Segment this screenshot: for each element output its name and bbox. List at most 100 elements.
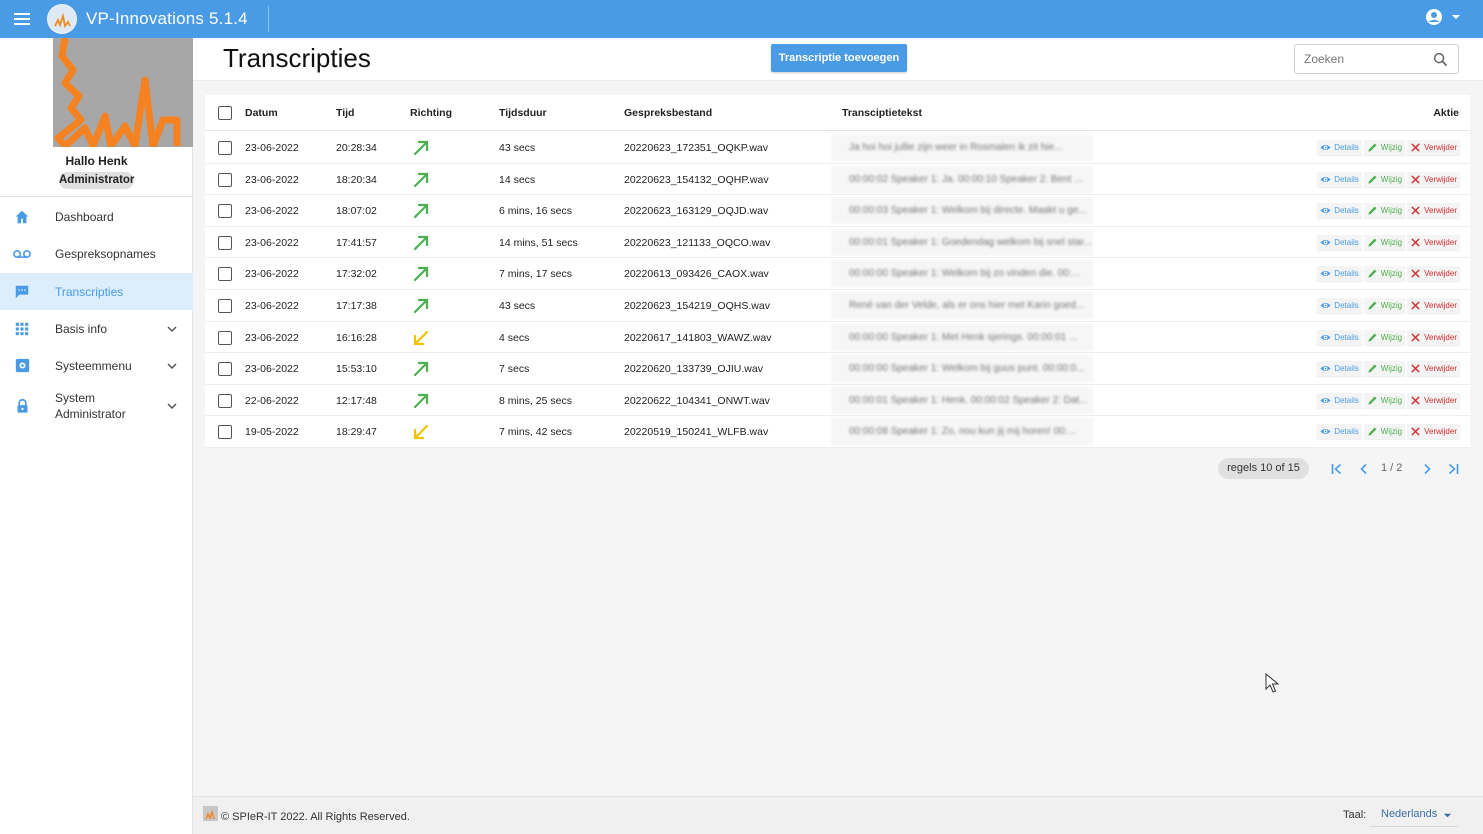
page-title: Transcripties xyxy=(223,43,371,73)
details-button[interactable]: Details xyxy=(1317,392,1362,408)
sidebar: Hallo Henk Administrator Dashboard Gespr… xyxy=(0,38,193,834)
row-checkbox[interactable] xyxy=(218,141,232,155)
sidebar-item-dashboard[interactable]: Dashboard xyxy=(0,198,193,235)
copyright-text: © SPIeR-IT 2022. All Rights Reserved. xyxy=(221,811,410,823)
edit-label: Wijzig xyxy=(1380,143,1403,152)
first-page-icon[interactable] xyxy=(1330,462,1344,476)
row-checkbox[interactable] xyxy=(218,235,232,250)
column-header-datum[interactable]: Datum xyxy=(245,107,278,119)
incoming-call-arrow-icon xyxy=(413,425,429,440)
column-header-tijd[interactable]: Tijd xyxy=(336,107,354,119)
sidebar-item-basis-info[interactable]: Basis info xyxy=(0,310,193,347)
edit-button[interactable]: Wijzig xyxy=(1363,392,1406,408)
cell-duration: 6 mins, 16 secs xyxy=(499,205,572,218)
search-input[interactable] xyxy=(1304,51,1424,67)
chevron-down-icon xyxy=(167,403,177,410)
search-icon[interactable] xyxy=(1433,52,1448,67)
delete-button[interactable]: Verwijder xyxy=(1407,392,1460,408)
edit-button[interactable]: Wijzig xyxy=(1363,203,1406,219)
profile-image xyxy=(53,38,193,147)
row-checkbox[interactable] xyxy=(218,204,232,219)
footer: © SPIeR-IT 2022. All Rights Reserved. Ta… xyxy=(193,796,1483,834)
row-checkbox[interactable] xyxy=(218,330,232,345)
details-button[interactable]: Details xyxy=(1317,298,1362,313)
details-button[interactable]: Details xyxy=(1317,140,1362,155)
column-header-transcriptietekst[interactable]: Transciptietekst xyxy=(842,107,922,119)
pencil-icon xyxy=(1368,143,1377,152)
eye-icon xyxy=(1320,239,1331,245)
cell-date: 19-05-2022 xyxy=(245,426,299,439)
delete-button[interactable]: Verwijder xyxy=(1407,171,1460,187)
chevron-down-icon xyxy=(167,362,177,369)
close-icon xyxy=(1411,269,1420,279)
language-select[interactable]: Nederlands xyxy=(1370,803,1458,827)
table-row: 23-06-2022 18:20:34 14 secs 20220623_154132… xyxy=(205,164,1470,196)
cell-transcription-text: René van der Velde, als er ons hier met … xyxy=(831,292,1093,319)
search-field[interactable] xyxy=(1294,44,1459,74)
pencil-icon xyxy=(1368,269,1377,279)
edit-button[interactable]: Wijzig xyxy=(1363,329,1406,345)
column-header-tijdsduur[interactable]: Tijdsduur xyxy=(499,107,547,119)
details-button[interactable]: Details xyxy=(1317,203,1362,219)
row-actions: Details Wijzig Verwijder xyxy=(1317,392,1460,408)
edit-button[interactable]: Wijzig xyxy=(1363,361,1406,377)
details-button[interactable]: Details xyxy=(1317,171,1362,187)
edit-button[interactable]: Wijzig xyxy=(1363,140,1406,155)
lock-icon xyxy=(13,397,31,415)
delete-button[interactable]: Verwijder xyxy=(1407,266,1460,282)
delete-button[interactable]: Verwijder xyxy=(1407,203,1460,219)
details-button[interactable]: Details xyxy=(1317,266,1362,282)
user-menu-button[interactable] xyxy=(1425,8,1461,26)
details-button[interactable]: Details xyxy=(1317,424,1362,440)
cell-date: 23-06-2022 xyxy=(245,236,299,249)
edit-button[interactable]: Wijzig xyxy=(1363,424,1406,440)
table-row: 23-06-2022 17:32:02 7 mins, 17 secs 2022061… xyxy=(205,258,1470,290)
edit-button[interactable]: Wijzig xyxy=(1363,171,1406,187)
sidebar-item-transcripties[interactable]: Transcripties xyxy=(0,273,193,310)
column-header-gespreksbestand[interactable]: Gespreksbestand xyxy=(624,107,712,119)
row-checkbox[interactable] xyxy=(218,267,232,282)
previous-page-icon[interactable] xyxy=(1357,462,1371,476)
pencil-icon xyxy=(1368,206,1377,215)
row-checkbox[interactable] xyxy=(218,172,232,187)
next-page-icon[interactable] xyxy=(1420,462,1434,476)
edit-button[interactable]: Wijzig xyxy=(1363,234,1406,250)
delete-button[interactable]: Verwijder xyxy=(1407,424,1460,440)
sidebar-item-gespreksopnames[interactable]: Gespreksopnames xyxy=(0,235,193,272)
delete-button[interactable]: Verwijder xyxy=(1407,298,1460,313)
hamburger-menu-icon[interactable] xyxy=(0,0,44,38)
row-checkbox[interactable] xyxy=(218,425,232,440)
details-button[interactable]: Details xyxy=(1317,329,1362,345)
delete-label: Verwijder xyxy=(1424,332,1457,342)
edit-button[interactable]: Wijzig xyxy=(1363,266,1406,282)
language-label: Taal: xyxy=(1343,809,1367,821)
cell-duration: 8 mins, 25 secs xyxy=(499,394,572,407)
row-checkbox[interactable] xyxy=(218,393,232,408)
close-icon xyxy=(1411,206,1420,215)
cell-duration: 43 secs xyxy=(499,142,536,154)
eye-icon xyxy=(1320,397,1331,403)
column-header-richting[interactable]: Richting xyxy=(410,107,452,119)
row-actions: Details Wijzig Verwijder xyxy=(1317,424,1460,440)
delete-button[interactable]: Verwijder xyxy=(1407,140,1460,155)
outgoing-call-arrow-icon xyxy=(413,362,429,377)
eye-icon xyxy=(1320,144,1331,151)
cell-audio-file: 20220623_154132_OQHP.wav xyxy=(624,173,769,186)
sidebar-item-systeemmenu[interactable]: Systeemmenu xyxy=(0,347,193,384)
cell-date: 23-06-2022 xyxy=(245,205,299,218)
details-button[interactable]: Details xyxy=(1317,361,1362,377)
select-all-checkbox[interactable] xyxy=(218,106,232,120)
cell-time: 18:20:34 xyxy=(336,173,377,186)
delete-button[interactable]: Verwijder xyxy=(1407,329,1460,345)
delete-button[interactable]: Verwijder xyxy=(1407,234,1460,250)
last-page-icon[interactable] xyxy=(1446,462,1460,476)
sidebar-item-system-administrator[interactable]: System Administrator xyxy=(0,384,193,428)
row-checkbox[interactable] xyxy=(218,299,232,313)
delete-button[interactable]: Verwijder xyxy=(1407,361,1460,377)
row-checkbox[interactable] xyxy=(218,362,232,377)
edit-label: Wijzig xyxy=(1380,332,1403,342)
details-button[interactable]: Details xyxy=(1317,234,1362,250)
edit-button[interactable]: Wijzig xyxy=(1363,298,1406,313)
add-transcription-button[interactable]: Transcriptie toevoegen xyxy=(771,44,907,72)
close-icon xyxy=(1411,396,1420,405)
